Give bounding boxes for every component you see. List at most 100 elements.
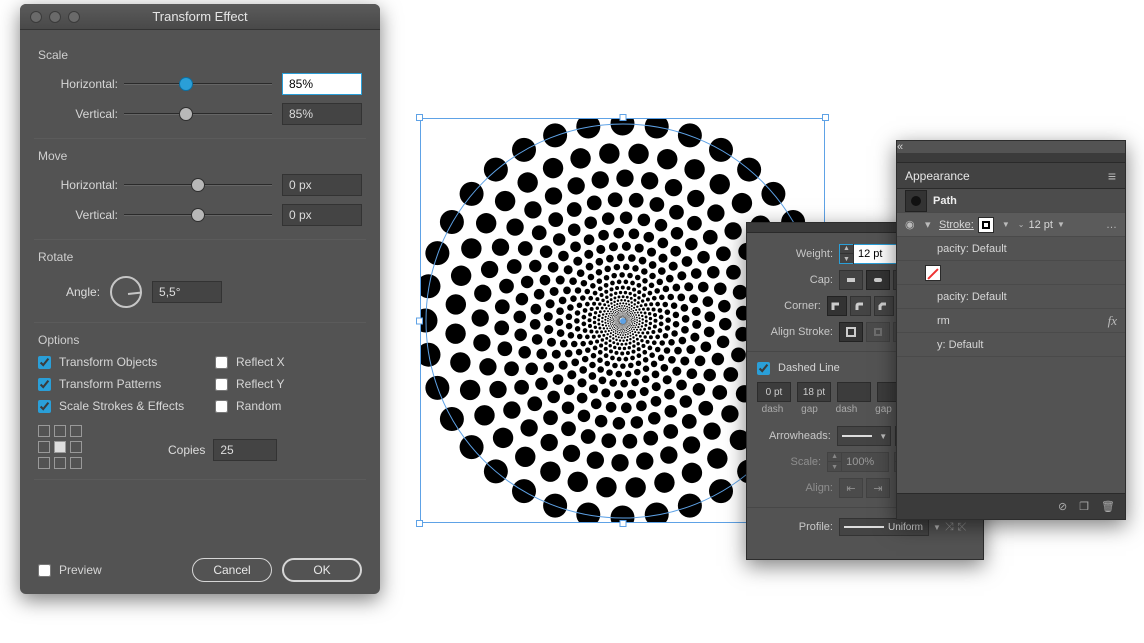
scale-horizontal-slider[interactable] (124, 76, 272, 92)
dash-1-input[interactable] (837, 382, 871, 402)
path-thumb-icon (905, 190, 927, 212)
stroke-link[interactable]: Stroke: (939, 219, 974, 231)
arrow-align-b-icon: ⇥ (866, 478, 890, 498)
profile-label: Profile: (757, 521, 833, 533)
fx-icon[interactable]: fx (1108, 313, 1117, 329)
transform-objects-checkbox[interactable]: Transform Objects (38, 355, 185, 369)
scale-vertical-input[interactable] (282, 103, 362, 125)
cancel-button[interactable]: Cancel (192, 558, 272, 582)
close-icon[interactable] (30, 11, 42, 23)
gap-lbl2: gap (868, 404, 899, 415)
rotate-angle-input[interactable] (152, 281, 222, 303)
duplicate-item-icon[interactable]: ❐ (1079, 500, 1089, 513)
handle-tr[interactable] (822, 114, 829, 121)
scale-horizontal-input[interactable] (282, 73, 362, 95)
panel-grip-2[interactable] (897, 153, 1125, 163)
delete-item-icon[interactable]: 🗑 (1101, 500, 1115, 513)
corner-label: Corner: (757, 300, 821, 312)
move-vertical-input[interactable] (282, 204, 362, 226)
opacity-label-2: pacity: (937, 291, 969, 303)
transform-effect-label: rm (937, 315, 950, 327)
reflect-x-checkbox[interactable]: Reflect X (215, 355, 362, 369)
random-checkbox[interactable]: Random (215, 399, 362, 413)
arrow-align-a-icon: ⇤ (839, 478, 863, 498)
ok-button[interactable]: OK (282, 558, 362, 582)
dialog-titlebar[interactable]: Transform Effect (20, 4, 380, 30)
minimize-icon[interactable] (49, 11, 61, 23)
cap-label: Cap: (757, 274, 833, 286)
visibility-icon[interactable]: ◉ (905, 218, 921, 231)
transform-patterns-checkbox[interactable]: Transform Patterns (38, 377, 185, 391)
options-section-label: Options (38, 333, 362, 347)
handle-bm[interactable] (619, 520, 626, 527)
appearance-transform-row[interactable]: rm fx (897, 309, 1125, 333)
align-center-icon[interactable] (839, 322, 863, 342)
copies-input[interactable] (213, 439, 277, 461)
move-horizontal-input[interactable] (282, 174, 362, 196)
scale-vertical-label: Vertical: (38, 107, 118, 121)
dash-0-input[interactable] (757, 382, 791, 402)
gap-0-input[interactable] (797, 382, 831, 402)
align-stroke-label: Align Stroke: (757, 326, 833, 338)
window-controls (30, 11, 80, 23)
appearance-panel: « Appearance ≡ Path ◉ ▾ Stroke: ▼ ⌄ 12 p… (896, 140, 1126, 520)
move-horizontal-label: Horizontal: (38, 178, 118, 192)
disclosure-icon[interactable]: ▾ (925, 218, 937, 231)
rotate-angle-label: Angle: (66, 285, 100, 299)
scale-horizontal-label: Horizontal: (38, 77, 118, 91)
rotate-section-label: Rotate (38, 250, 362, 264)
copies-label: Copies (168, 443, 205, 457)
profile-select[interactable]: Uniform (839, 518, 929, 536)
align-inside-icon[interactable] (866, 322, 890, 342)
move-vertical-label: Vertical: (38, 208, 118, 222)
reflect-y-checkbox[interactable]: Reflect Y (215, 377, 362, 391)
panel-collapse-icon[interactable]: « (897, 141, 903, 153)
handle-tl[interactable] (416, 114, 423, 121)
appearance-path-row[interactable]: Path (897, 189, 1125, 213)
move-horizontal-slider[interactable] (124, 177, 272, 193)
anchor-9point[interactable] (38, 425, 82, 469)
flip-along-icon[interactable]: ⤨ (945, 521, 954, 534)
flip-across-icon[interactable]: ⤪ (958, 521, 967, 534)
appearance-opacity-row-1[interactable]: pacity: Default (897, 237, 1125, 261)
appearance-path-label: Path (933, 195, 957, 207)
move-section-label: Move (38, 149, 362, 163)
scale-vertical-slider[interactable] (124, 106, 272, 122)
appearance-stroke-row[interactable]: ◉ ▾ Stroke: ▼ ⌄ 12 pt ▼ … (897, 213, 1125, 237)
handle-bl[interactable] (416, 520, 423, 527)
appearance-fill-row[interactable] (897, 261, 1125, 285)
transform-effect-dialog: Transform Effect Scale Horizontal: Verti… (20, 4, 380, 594)
row-more-icon[interactable]: … (1106, 219, 1117, 231)
appearance-stroke-weight[interactable]: 12 pt (1028, 219, 1052, 231)
dash-lbl2: dash (831, 404, 862, 415)
weight-input[interactable] (854, 245, 900, 263)
stroke-swatch[interactable] (978, 217, 994, 233)
opacity-label-1: pacity: (937, 243, 969, 255)
appearance-opacity-row-3[interactable]: y: Default (897, 333, 1125, 357)
corner-bevel-icon[interactable] (874, 296, 894, 316)
move-vertical-slider[interactable] (124, 207, 272, 223)
appearance-opacity-row-2[interactable]: pacity: Default (897, 285, 1125, 309)
rotate-angle-knob[interactable] (110, 276, 142, 308)
corner-miter-icon[interactable] (827, 296, 847, 316)
appearance-tab[interactable]: Appearance (905, 169, 970, 183)
preview-checkbox[interactable]: Preview (38, 563, 182, 577)
scale-strokes-checkbox[interactable]: Scale Strokes & Effects (38, 399, 185, 413)
arrowheads-label: Arrowheads: (757, 430, 831, 442)
panel-menu-icon[interactable]: ≡ (1108, 168, 1117, 184)
handle-ml[interactable] (416, 317, 423, 324)
dash-lbl: dash (757, 404, 788, 415)
cap-butt-icon[interactable] (839, 270, 863, 290)
gap-lbl: gap (794, 404, 825, 415)
zoom-icon[interactable] (68, 11, 80, 23)
scale-section-label: Scale (38, 48, 362, 62)
handle-tm[interactable] (619, 114, 626, 121)
fill-none-swatch[interactable] (925, 265, 941, 281)
arrow-scale-start: ▲▼ (827, 452, 889, 472)
arrow-scale-label: Scale: (757, 456, 821, 468)
arrowhead-start-select[interactable]: ▼ (837, 426, 891, 446)
cap-round-icon[interactable] (866, 270, 890, 290)
clear-appearance-icon[interactable]: ⊘ (1058, 500, 1067, 513)
corner-round-icon[interactable] (850, 296, 870, 316)
weight-label: Weight: (757, 248, 833, 260)
